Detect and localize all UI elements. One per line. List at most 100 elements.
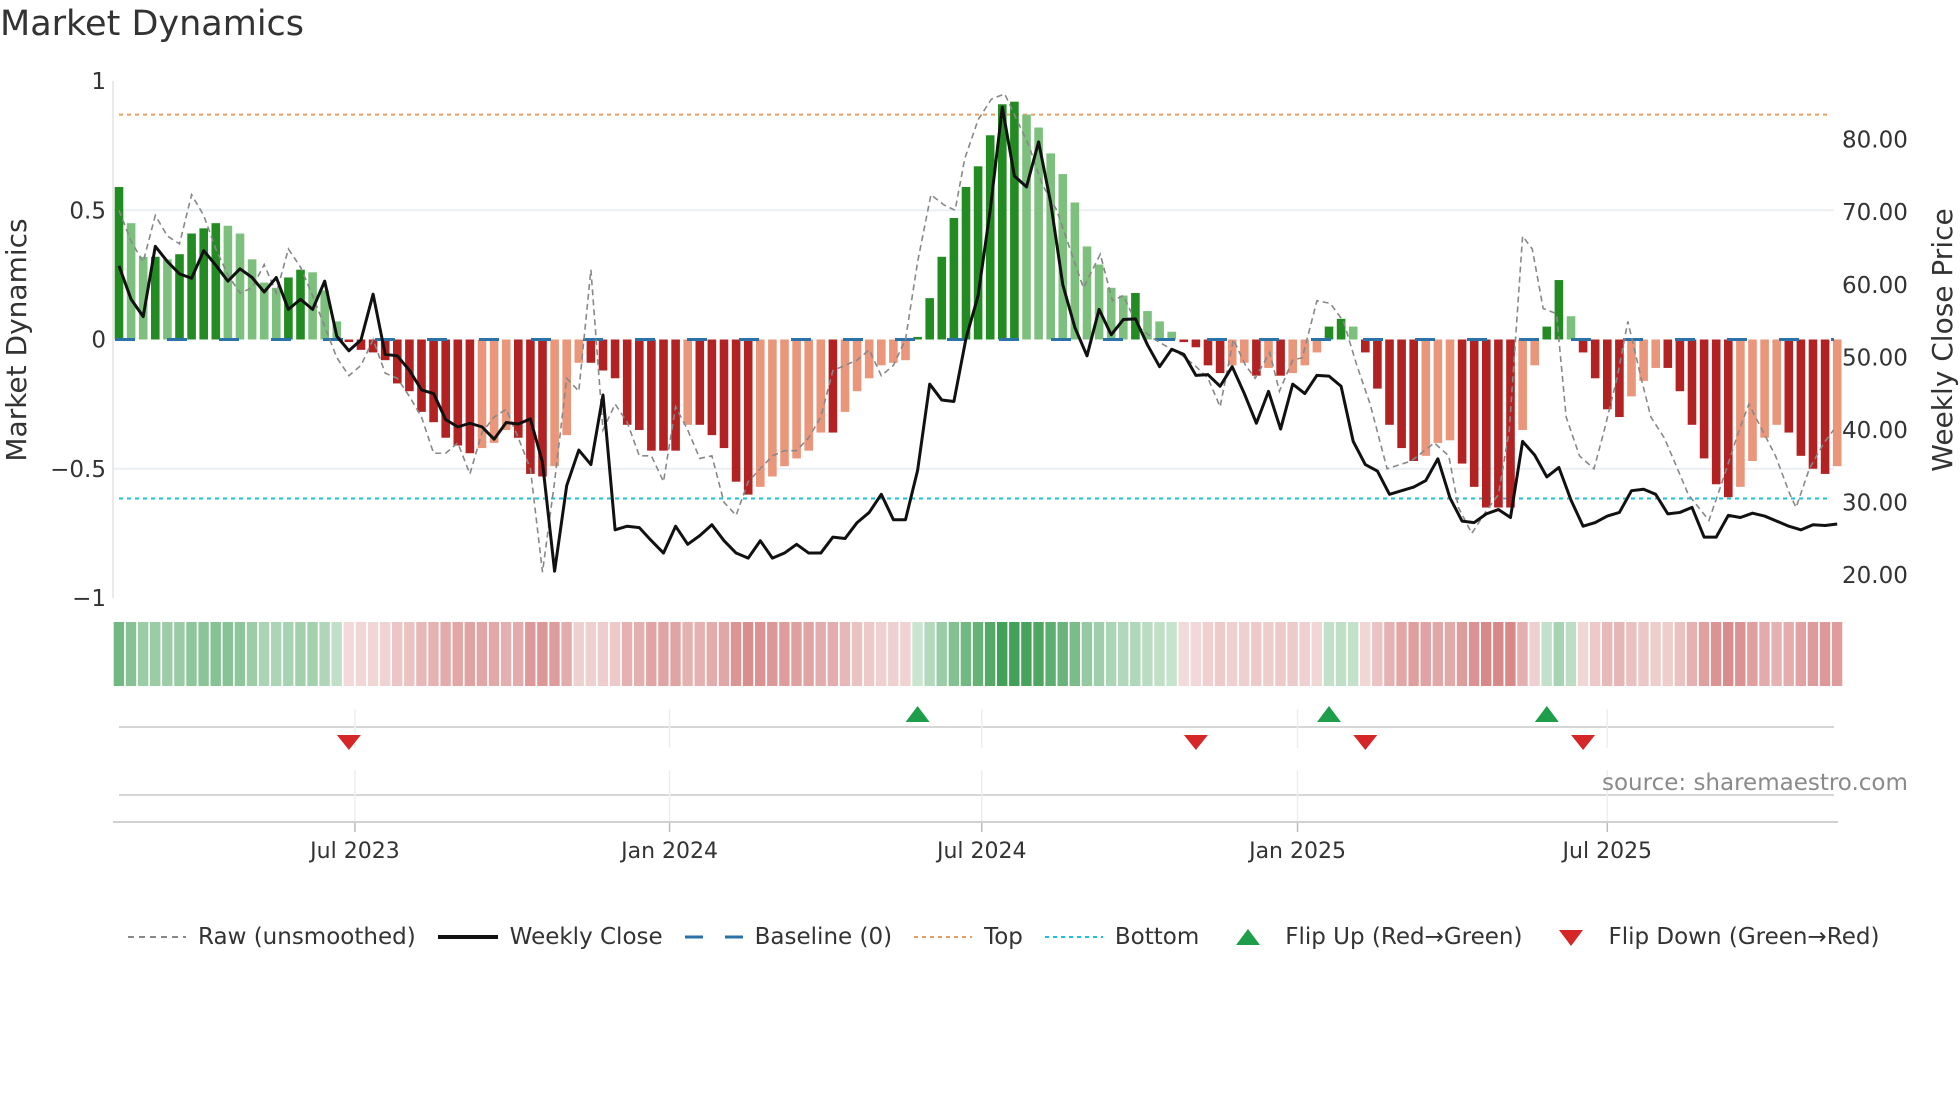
heat-strip-cell <box>1263 622 1274 686</box>
legend-item-flip-up[interactable]: Flip Up (Red→Green) <box>1235 924 1522 950</box>
momentum-bar <box>1397 339 1406 449</box>
momentum-bar <box>792 339 801 459</box>
momentum-bar <box>1276 339 1285 376</box>
momentum-bar <box>780 339 789 467</box>
heat-strip-cell <box>271 622 282 686</box>
momentum-bar <box>417 339 426 412</box>
heat-strip-cell <box>1396 622 1407 686</box>
heat-strip-cell <box>984 622 996 686</box>
right-tick-label: 50.00 <box>1842 345 1908 371</box>
heat-strip-cell <box>815 622 826 686</box>
heat-strip-cell <box>343 622 354 686</box>
heat-strip-cell <box>1505 622 1516 686</box>
heat-strip-cell <box>1202 622 1214 686</box>
heat-strip-cell <box>1602 622 1613 686</box>
right-tick-label: 20.00 <box>1842 563 1908 589</box>
legend-label: Weekly Close <box>509 924 663 950</box>
momentum-bar <box>1590 339 1600 379</box>
heat-strip-cell <box>1614 622 1625 686</box>
heat-strip-cell <box>972 622 984 686</box>
heat-strip-cell <box>1275 622 1286 686</box>
heat-strip-cell <box>851 622 863 686</box>
momentum-bar <box>707 339 717 436</box>
heat-strip-cell <box>1807 622 1819 686</box>
legend-item-raw[interactable]: Raw (unsmoothed) <box>128 924 416 950</box>
momentum-bar <box>1131 292 1140 340</box>
legend: Raw (unsmoothed) Weekly Close Baseline (… <box>128 924 1901 950</box>
momentum-bar <box>1010 101 1019 340</box>
legend-item-top[interactable]: Top <box>914 924 1023 950</box>
heat-strip-cell <box>1190 622 1201 686</box>
heat-strip-cell <box>404 622 415 686</box>
momentum-bar <box>901 339 910 361</box>
momentum-bar <box>635 339 644 430</box>
heat-strip-cell <box>585 622 596 686</box>
heat-strip-cell <box>1589 622 1601 686</box>
momentum-bar <box>1772 339 1781 425</box>
legend-item-close[interactable]: Weekly Close <box>437 924 663 950</box>
momentum-bar <box>187 233 196 340</box>
momentum-bar <box>804 339 813 451</box>
heat-strip-cell <box>1674 622 1685 686</box>
x-tick-label: Jul 2025 <box>1561 839 1653 864</box>
heat-strip-cell <box>609 622 621 686</box>
momentum-bar <box>1361 339 1370 353</box>
heat-strip-cell <box>537 622 548 686</box>
momentum-bar <box>768 339 777 477</box>
heat-strip-cell <box>1771 622 1782 686</box>
heat-strip-cell <box>1045 622 1056 686</box>
heat-strip-cell <box>621 622 633 686</box>
momentum-bar <box>1373 339 1382 389</box>
momentum-bar <box>1530 339 1539 366</box>
momentum-bar <box>1324 326 1334 340</box>
momentum-bar <box>1240 339 1249 363</box>
momentum-bar <box>489 339 499 443</box>
heat-strip-cell <box>295 622 306 686</box>
heat-strip-cell <box>1650 622 1661 686</box>
momentum-bar <box>1699 339 1709 459</box>
heat-strip-cell <box>1372 622 1383 686</box>
x-tick-label: Jan 2024 <box>619 839 718 864</box>
momentum-bar <box>973 166 983 340</box>
momentum-bar <box>1554 280 1564 340</box>
heat-strip-cell <box>476 622 488 686</box>
heat-strip-cell <box>597 622 609 686</box>
heat-strip-cell <box>1287 622 1298 686</box>
heat-strip-cell <box>150 622 161 686</box>
momentum-bar <box>1542 326 1552 340</box>
heat-strip-cell <box>1093 622 1105 686</box>
momentum-bar <box>1469 339 1479 487</box>
heat-strip-cell <box>464 622 475 686</box>
heat-strip-cell <box>319 622 330 686</box>
heat-strip-cell <box>1239 622 1250 686</box>
heat-strip-cell <box>1710 622 1722 686</box>
momentum-bar <box>598 339 608 371</box>
heat-strip-cell <box>307 622 318 686</box>
heat-strip-cell <box>1347 622 1359 686</box>
flip-up-marker <box>1534 706 1559 722</box>
legend-item-bottom[interactable]: Bottom <box>1044 924 1199 950</box>
heat-strip-cell <box>924 622 935 686</box>
heat-strip-cell <box>1432 622 1443 686</box>
legend-label: Flip Up (Red→Green) <box>1285 924 1523 950</box>
heat-strip-cell <box>210 622 221 686</box>
heat-strip-cell <box>1166 622 1177 686</box>
heat-strip-cell <box>1517 622 1528 686</box>
heat-strip-cell <box>1553 622 1564 686</box>
momentum-bar <box>1820 339 1830 474</box>
dashed-line-icon <box>684 935 743 939</box>
heat-strip-cell <box>367 622 379 686</box>
momentum-bar <box>1312 339 1322 353</box>
heat-strip-cell <box>888 622 899 686</box>
right-tick-label: 70.00 <box>1842 200 1908 226</box>
momentum-bar <box>1808 339 1818 469</box>
momentum-bar <box>877 339 886 366</box>
legend-item-flip-down[interactable]: Flip Down (Green→Red) <box>1558 924 1879 950</box>
momentum-bar <box>756 339 765 487</box>
heat-strip-cell <box>258 622 270 686</box>
legend-item-baseline[interactable]: Baseline (0) <box>684 924 892 950</box>
heat-strip-cell <box>198 622 209 686</box>
heat-strip-cell <box>1819 622 1831 686</box>
heat-strip-cell <box>1408 622 1419 686</box>
heat-strip-cell <box>718 622 730 686</box>
